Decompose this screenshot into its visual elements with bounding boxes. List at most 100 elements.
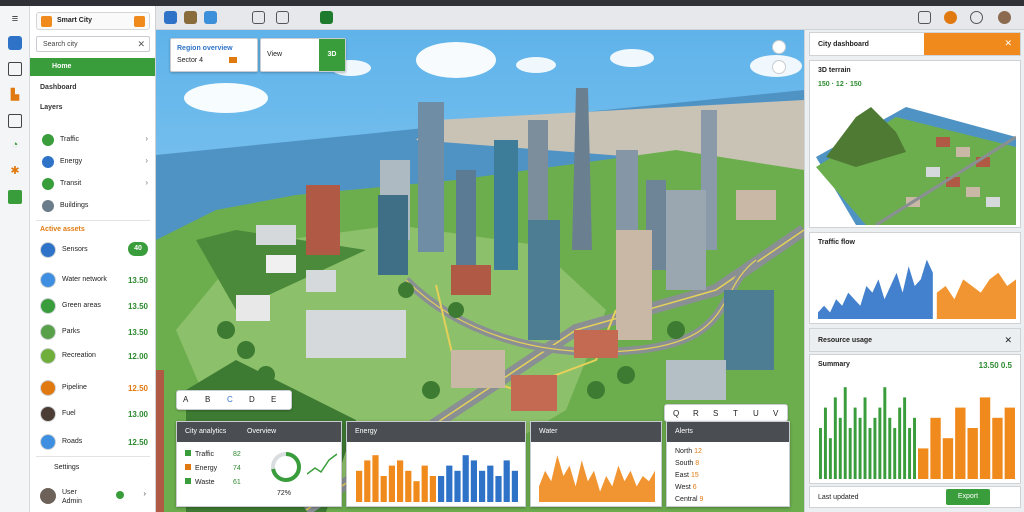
alert-label: North — [675, 448, 693, 455]
asset-row[interactable]: Recreation 12.00 — [30, 344, 155, 368]
view-3d-button[interactable]: 3D — [319, 39, 345, 71]
tool-t-button[interactable]: T — [733, 409, 738, 418]
asset-row[interactable]: Roads 12.50 — [30, 430, 155, 454]
sidebar: Smart City Search city ✕ Home Dashboard … — [30, 6, 156, 512]
traffic-flow-card: Traffic flow — [809, 232, 1021, 324]
alert-row[interactable]: East 15 — [675, 470, 703, 482]
alert-row[interactable]: West 6 — [675, 482, 703, 494]
analytics-icon[interactable]: ▙ — [8, 88, 22, 102]
resource-header: Resource usage ✕ — [809, 328, 1021, 352]
trend-sparkline — [307, 453, 337, 475]
close-icon[interactable]: ✕ — [137, 39, 145, 50]
avatar[interactable] — [998, 11, 1011, 24]
chevron-right-icon: › — [145, 134, 148, 143]
chart-bar — [863, 397, 867, 479]
alert-row[interactable]: South 8 — [675, 458, 703, 470]
sidebar-item-settings[interactable]: Settings — [30, 458, 155, 478]
sidebar-item-label: Home — [52, 63, 72, 70]
map-icon[interactable]: ◔ — [8, 138, 22, 152]
asset-row[interactable]: Water network 13.50 — [30, 268, 155, 292]
panel1-rows: Traffic Energy Waste — [185, 448, 217, 490]
settings-icon[interactable]: ✱ — [8, 164, 22, 178]
sidebar-item-energy[interactable]: Energy › — [30, 152, 155, 172]
asset-row[interactable]: Sensors 40 — [30, 238, 155, 262]
section-dashboard[interactable]: Dashboard — [40, 84, 77, 91]
sidebar-item-label: Transit — [60, 180, 82, 187]
share-icon[interactable] — [164, 11, 177, 24]
zoom-in-button[interactable] — [772, 40, 786, 54]
sidebar-item-label: Energy — [60, 158, 83, 165]
panel-header: Water — [531, 422, 661, 442]
tool-s-button[interactable]: S — [713, 409, 718, 418]
sidebar-item-traffic[interactable]: Traffic › — [30, 130, 155, 150]
assets-title: Active assets — [40, 226, 85, 233]
alert-icon[interactable] — [944, 11, 957, 24]
asset-row[interactable]: Parks 13.50 — [30, 320, 155, 344]
asset-row[interactable]: Fuel 13.00 — [30, 402, 155, 426]
layers-icon[interactable] — [8, 62, 22, 76]
compass-icon[interactable] — [204, 11, 217, 24]
water-area-chart — [539, 455, 655, 502]
tool-e-button[interactable]: E — [271, 395, 276, 404]
chart-bar — [479, 470, 486, 502]
dashboard-icon[interactable] — [8, 36, 22, 50]
panel-tab[interactable]: Overview — [247, 428, 276, 435]
alert-row[interactable]: North 12 — [675, 446, 703, 458]
window-icon[interactable] — [918, 11, 931, 24]
chart-bar — [364, 460, 371, 502]
resource-footer: Last updated Export — [809, 486, 1021, 508]
asset-row[interactable]: Pipeline 12.50 — [30, 376, 155, 400]
tool-c-button[interactable]: C — [227, 395, 233, 404]
notification-icon[interactable] — [134, 16, 145, 27]
water-panel: Water — [530, 421, 662, 507]
menu-icon[interactable]: ≡ — [8, 12, 22, 26]
view-toggle-card[interactable]: View 3D — [260, 38, 346, 72]
header-accent-button[interactable]: ✕ — [924, 33, 1020, 55]
user-icon[interactable] — [970, 11, 983, 24]
icon-rail: ≡ ▙ ◔ ✱ — [0, 6, 30, 512]
alert-row[interactable]: Central 9 — [675, 494, 703, 506]
tool-a-button[interactable]: A — [183, 395, 188, 404]
terrain-3d-view[interactable] — [816, 97, 1016, 225]
tool-u-button[interactable]: U — [753, 409, 759, 418]
green-app-icon[interactable] — [320, 11, 333, 24]
terrain-title: 3D terrain — [818, 67, 851, 74]
sidebar-item-label: Traffic — [60, 136, 80, 143]
status-dot-icon — [116, 491, 124, 499]
asset-row[interactable]: Green areas 13.50 — [30, 294, 155, 318]
asset-value: 13.50 — [127, 276, 148, 285]
user-profile[interactable]: User Admin › — [30, 482, 155, 512]
tool-d-button[interactable]: D — [249, 395, 255, 404]
app-switcher[interactable]: Smart City — [36, 12, 150, 30]
panel-title: Energy — [355, 428, 378, 435]
app-title: Smart City — [57, 17, 93, 24]
chart-bar — [992, 417, 1003, 479]
tool-b-button[interactable]: B — [205, 395, 210, 404]
export-button[interactable]: Export — [946, 489, 990, 505]
chart-area-series — [539, 455, 655, 502]
sidebar-item-buildings[interactable]: Buildings — [30, 196, 155, 216]
grid-icon[interactable] — [8, 190, 22, 204]
link-icon[interactable] — [276, 11, 289, 24]
close-icon[interactable]: ✕ — [1004, 38, 1012, 49]
sidebar-item-label: Buildings — [60, 202, 89, 209]
close-icon[interactable]: ✕ — [1004, 335, 1012, 346]
region-overview-card[interactable]: Region overview Sector 4 — [170, 38, 258, 72]
stat-value: 12 — [835, 81, 844, 88]
panel-title: City analytics — [185, 428, 227, 435]
tool-r-button[interactable]: R — [693, 409, 699, 418]
zoom-out-button[interactable] — [772, 60, 786, 74]
tool-q-button[interactable]: Q — [673, 409, 679, 418]
building-icon[interactable] — [8, 114, 22, 128]
alert-label: Central — [675, 496, 698, 503]
sync-icon[interactable] — [252, 11, 265, 24]
chart-bar — [913, 417, 916, 479]
chart-bar — [421, 465, 428, 502]
sidebar-item-transit[interactable]: Transit › — [30, 174, 155, 194]
tool-v-button[interactable]: V — [773, 409, 778, 418]
sidebar-item-home[interactable]: Home — [30, 58, 155, 76]
section-layers[interactable]: Layers — [40, 104, 63, 111]
chart-bar — [454, 470, 461, 502]
photo-icon[interactable] — [184, 11, 197, 24]
search-input[interactable]: Search city ✕ — [36, 36, 150, 52]
